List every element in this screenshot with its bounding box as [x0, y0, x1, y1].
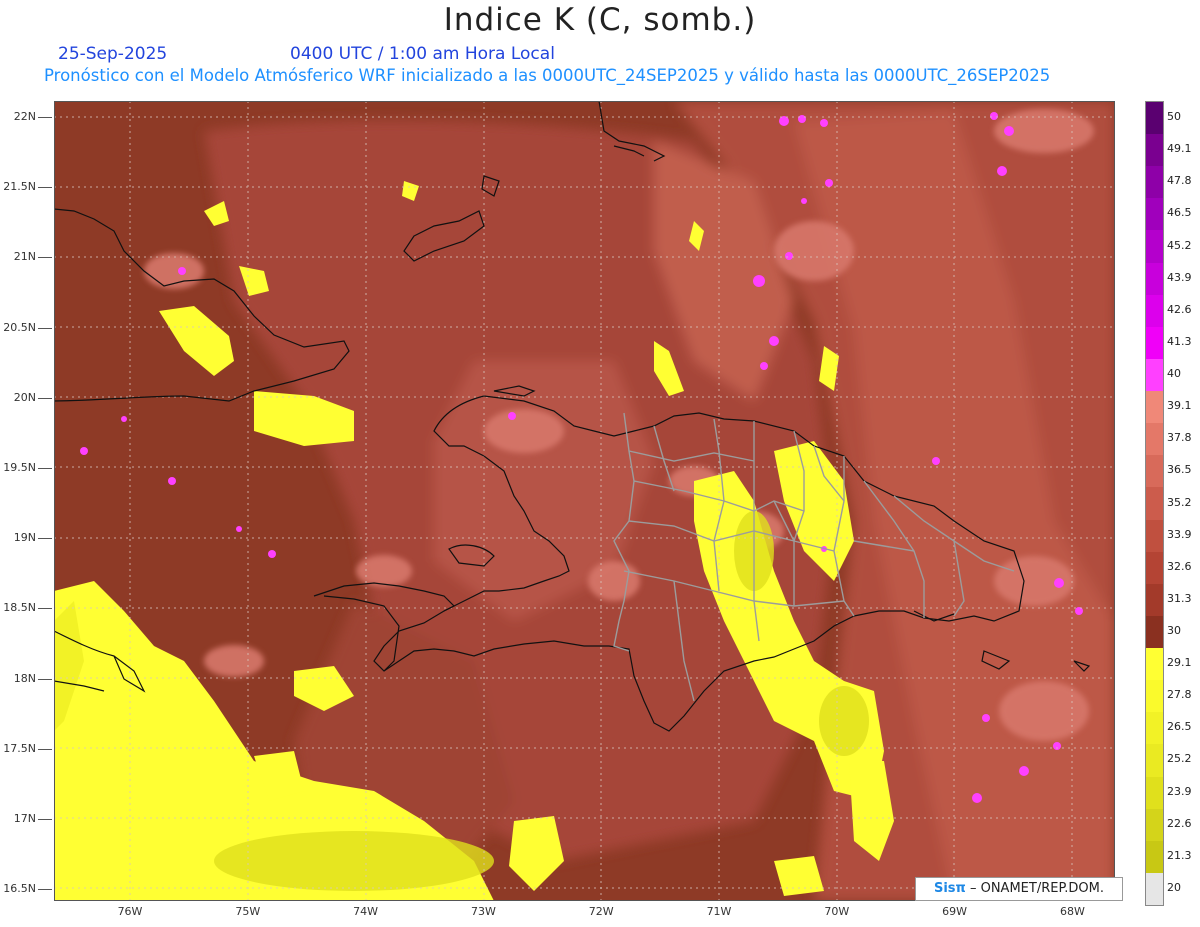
legend-label: 30 — [1167, 623, 1181, 637]
lat-tick — [38, 257, 52, 259]
legend-swatch — [1146, 744, 1163, 777]
legend-label: 40 — [1167, 367, 1181, 381]
credit-text: – ONAMET/REP.DOM. — [969, 881, 1104, 896]
lat-tick — [38, 327, 52, 330]
legend-label: 36.5 — [1167, 463, 1192, 477]
color-legend — [1145, 101, 1164, 906]
forecast-date: 25-Sep-2025 — [58, 44, 168, 64]
legend-label: 33.9 — [1167, 527, 1192, 541]
lat-label: 18.5N — [3, 601, 36, 615]
legend-swatch — [1146, 615, 1163, 649]
legend-swatch — [1146, 391, 1163, 424]
legend-label: 20 — [1167, 880, 1181, 894]
lat-label: 17N — [13, 812, 36, 825]
legend-swatch — [1146, 551, 1163, 585]
legend-swatch — [1146, 326, 1163, 360]
legend-label: 22.6 — [1167, 816, 1192, 830]
lon-label: 75W — [235, 905, 261, 918]
lon-label: 71W — [706, 905, 732, 918]
model-subtitle: Pronóstico con el Modelo Atmósferico WRF… — [44, 66, 1051, 85]
legend-label: 31.3 — [1167, 591, 1192, 605]
legend-label: 39.1 — [1167, 399, 1192, 413]
legend-label: 26.5 — [1167, 720, 1192, 734]
lon-label: 69W — [942, 905, 968, 918]
forecast-time: 0400 UTC / 1:00 am Hora Local — [290, 44, 555, 64]
lat-label: 18N — [13, 671, 36, 685]
lat-tick — [38, 748, 52, 751]
legend-label: 49.1 — [1167, 142, 1192, 156]
legend-label: 21.3 — [1167, 848, 1192, 862]
lat-tick — [38, 819, 52, 821]
map-title: Indice K (C, somb.) — [443, 2, 757, 38]
legend-label: 50 — [1167, 110, 1181, 124]
lat-label: 19N — [13, 531, 36, 545]
legend-swatch — [1146, 712, 1163, 745]
legend-label: 32.6 — [1167, 559, 1192, 573]
legend-label: 41.3 — [1167, 334, 1192, 348]
lon-label: 74W — [353, 905, 379, 918]
legend-swatch — [1146, 840, 1163, 874]
legend-swatch — [1146, 294, 1163, 328]
lon-label: 68W — [1059, 905, 1085, 918]
legend-label: 47.8 — [1167, 174, 1192, 188]
legend-swatch — [1146, 230, 1163, 264]
credit-box: Sisπ – ONAMET/REP.DOM. — [915, 877, 1123, 901]
legend-swatch — [1146, 583, 1163, 617]
legend-swatch — [1146, 487, 1163, 521]
lat-label: 16.5N — [3, 882, 36, 896]
lat-tick — [38, 187, 52, 189]
legend-label: 23.9 — [1167, 784, 1192, 798]
legend-swatch — [1146, 134, 1163, 167]
legend-swatch — [1146, 198, 1163, 231]
lat-tick — [38, 889, 52, 891]
k-index-map — [54, 101, 1115, 901]
legend-swatch — [1146, 455, 1163, 488]
legend-swatch — [1146, 102, 1163, 135]
legend-swatch — [1146, 519, 1163, 553]
legend-swatch — [1146, 262, 1163, 296]
lon-label: 73W — [470, 905, 496, 918]
lat-tick — [38, 117, 52, 119]
lat-tick — [38, 608, 52, 610]
lat-tick — [38, 468, 52, 470]
legend-swatch — [1146, 680, 1163, 713]
map-field — [54, 101, 1115, 901]
legend-swatch — [1146, 166, 1163, 199]
legend-label: 27.8 — [1167, 688, 1192, 702]
legend-swatch — [1146, 808, 1163, 842]
legend-label: 29.1 — [1167, 656, 1192, 670]
lat-label: 22N — [13, 110, 36, 123]
legend-label: 25.2 — [1167, 752, 1192, 766]
legend-label: 43.9 — [1167, 270, 1192, 284]
credit-brand: Sisπ — [933, 881, 966, 896]
lat-tick — [38, 678, 52, 681]
lat-tick — [38, 397, 52, 400]
lat-label: 21.5N — [3, 180, 36, 194]
lon-label: 72W — [588, 905, 614, 918]
lat-label: 19.5N — [3, 461, 36, 474]
lat-label: 20N — [13, 390, 36, 404]
legend-label: 35.2 — [1167, 495, 1192, 509]
legend-swatch — [1146, 358, 1163, 392]
legend-label: 42.6 — [1167, 302, 1192, 316]
legend-swatch — [1146, 648, 1163, 681]
legend-swatch — [1146, 423, 1163, 456]
lat-label: 17.5N — [3, 741, 36, 755]
lat-tick — [38, 538, 52, 540]
lon-label: 76W — [117, 905, 143, 918]
legend-label: 46.5 — [1167, 206, 1192, 220]
lon-label: 70W — [824, 905, 850, 918]
legend-label: 37.8 — [1167, 431, 1192, 445]
legend-swatch — [1146, 776, 1163, 810]
lat-label: 21N — [13, 250, 36, 264]
legend-label: 45.2 — [1167, 238, 1192, 252]
legend-swatch — [1146, 872, 1163, 906]
lat-label: 20.5N — [3, 320, 36, 334]
